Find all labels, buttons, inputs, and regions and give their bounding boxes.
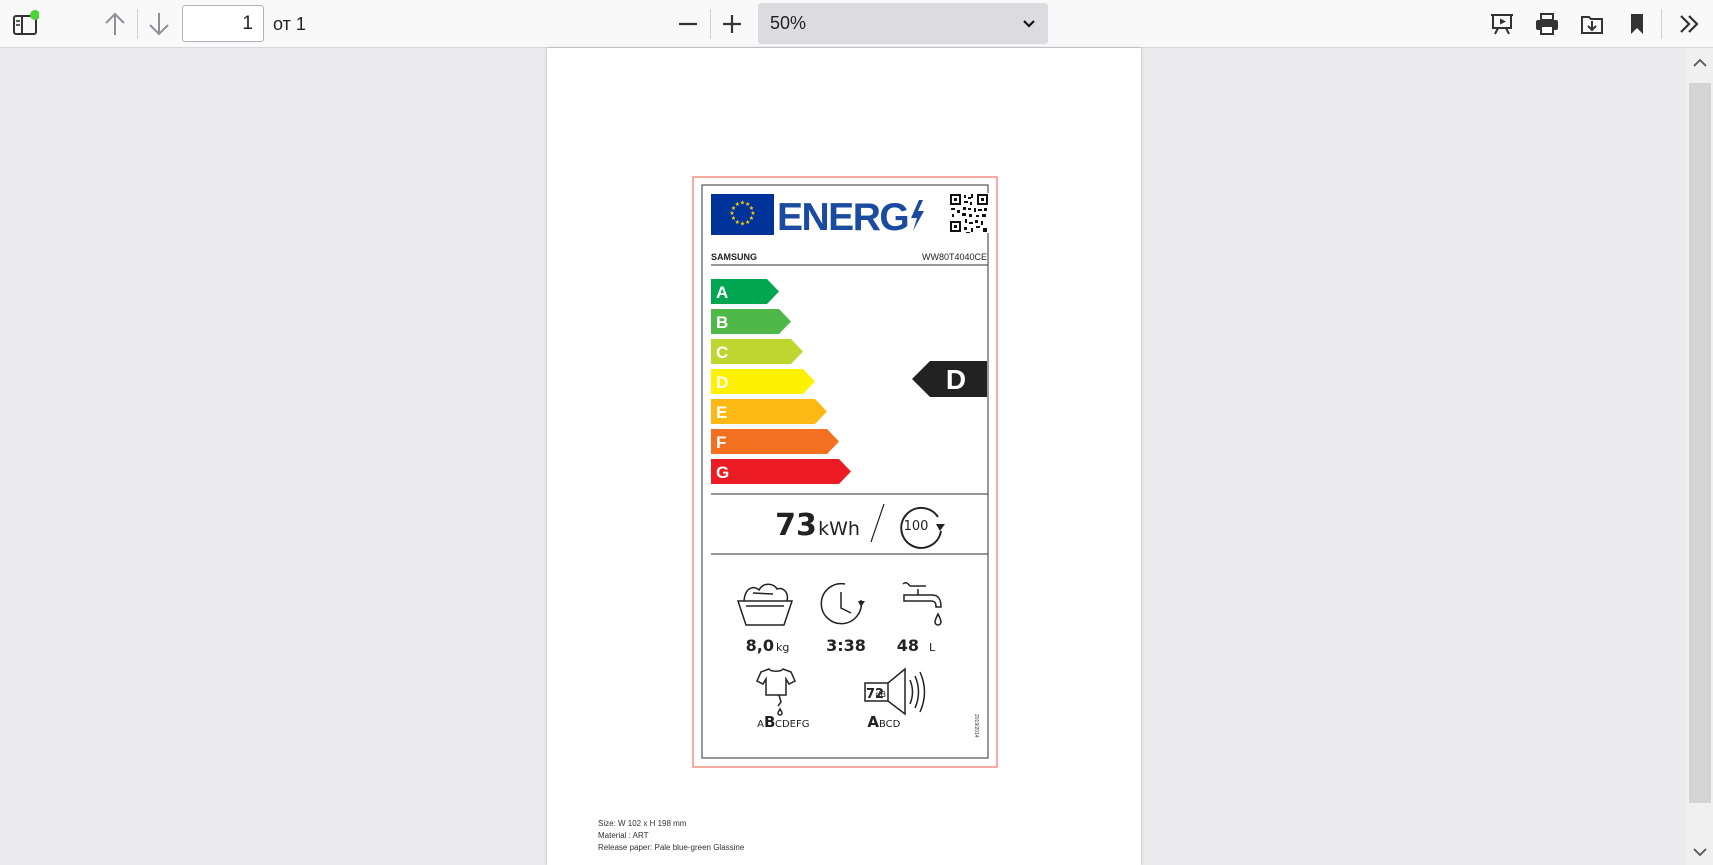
energy-class-letter-f: F [716, 433, 726, 452]
noise-class-rest: BCD [879, 719, 901, 730]
energy-label: ★ ★★ ★★★ ★★★ ★★★ ENERG SAMSUNG WW80T4040… [692, 176, 998, 768]
capacity-unit: kg [776, 641, 789, 654]
rating-letter: D [946, 364, 966, 395]
spin-class-rest: CDEFG [775, 719, 810, 730]
energy-class-bar-e [711, 399, 827, 424]
arrow-up-icon [105, 12, 125, 35]
svg-text:★: ★ [735, 201, 740, 208]
regulation-number: 2019/2014 [973, 714, 979, 738]
water-value: 48 [897, 636, 919, 655]
note-release-paper: Release paper: Pale blue-green Glassine [598, 843, 745, 852]
document-viewer: ★ ★ ★ ★ ★ ★ ★ ★ ★ ★ ★ ★ ENERG SAMSUNG WW… [0, 48, 1687, 865]
next-page-button[interactable] [142, 7, 176, 41]
note-material: Material : ART [598, 831, 649, 840]
scrollbar-thumb[interactable] [1689, 83, 1711, 803]
energy-value: 73 [775, 508, 817, 543]
chevron-down-icon [1023, 19, 1035, 28]
arrow-down-icon [149, 13, 169, 36]
qr-code-icon [949, 193, 989, 233]
energy-class-letter-a: A [716, 283, 728, 302]
vertical-scrollbar[interactable] [1687, 48, 1713, 865]
toolbar-separator [710, 9, 711, 39]
energy-class-bar-g [711, 459, 851, 484]
energy-class-letter-d: D [716, 373, 728, 392]
water-unit: L [929, 641, 936, 654]
svg-text:★: ★ [740, 221, 745, 228]
minus-icon [679, 22, 697, 26]
presentation-icon [1491, 14, 1513, 35]
status-dot [30, 10, 39, 20]
sidebar-toggle-button[interactable] [8, 7, 42, 41]
model-number: WW80T4040CE [922, 252, 987, 262]
zoom-out-button[interactable] [671, 7, 705, 41]
bookmark-icon [1631, 14, 1643, 34]
energy-class-bar-f [711, 429, 839, 454]
scroll-down-icon[interactable] [1687, 843, 1713, 861]
noise-unit: dB [875, 690, 886, 699]
pdf-page: ★ ★ ★ ★ ★ ★ ★ ★ ★ ★ ★ ★ ENERG SAMSUNG WW… [547, 48, 1141, 865]
zoom-select[interactable]: 50% [758, 3, 1048, 44]
energy-class-letter-b: B [716, 313, 728, 332]
previous-page-button[interactable] [98, 7, 132, 41]
toolbar-separator [137, 9, 138, 39]
toolbar-separator [1661, 9, 1662, 39]
energy-class-letter-g: G [716, 463, 729, 482]
print-notes: Size: W 102 x H 198 mm Material : ART Re… [598, 818, 744, 854]
note-size: Size: W 102 x H 198 mm [598, 819, 687, 828]
page-number-input[interactable]: 1 [182, 5, 264, 42]
printer-icon [1536, 13, 1558, 35]
page-count-label: от 1 [273, 14, 306, 34]
double-chevron-right-icon [1680, 15, 1699, 33]
tools-menu-button[interactable] [1672, 7, 1706, 41]
pdf-toolbar: 1 от 1 50% [0, 0, 1713, 48]
brand-name: SAMSUNG [711, 252, 757, 262]
scroll-up-icon[interactable] [1687, 54, 1713, 72]
bookmark-button[interactable] [1620, 7, 1654, 41]
sidebar-icon [13, 10, 39, 35]
energy-class-letter-e: E [716, 403, 727, 422]
energy-class-letter-c: C [716, 343, 728, 362]
capacity-value: 8,0 [746, 636, 774, 655]
presentation-mode-button[interactable] [1485, 7, 1519, 41]
save-button[interactable] [1575, 7, 1609, 41]
cycles-value: 100 [904, 519, 929, 534]
energy-title: ENERG [777, 196, 908, 239]
svg-text:★: ★ [745, 219, 750, 226]
plus-icon [723, 15, 741, 33]
zoom-value: 50% [770, 13, 807, 33]
energy-unit: kWh [818, 518, 860, 540]
eu-flag-icon: ★ ★★ ★★★ ★★★ ★★★ [711, 194, 774, 235]
duration-value: 3:38 [826, 636, 866, 655]
print-button[interactable] [1530, 7, 1564, 41]
zoom-in-button[interactable] [715, 7, 749, 41]
download-icon [1581, 16, 1603, 34]
spin-class-current: B [764, 713, 775, 731]
noise-class-current: A [867, 713, 879, 731]
